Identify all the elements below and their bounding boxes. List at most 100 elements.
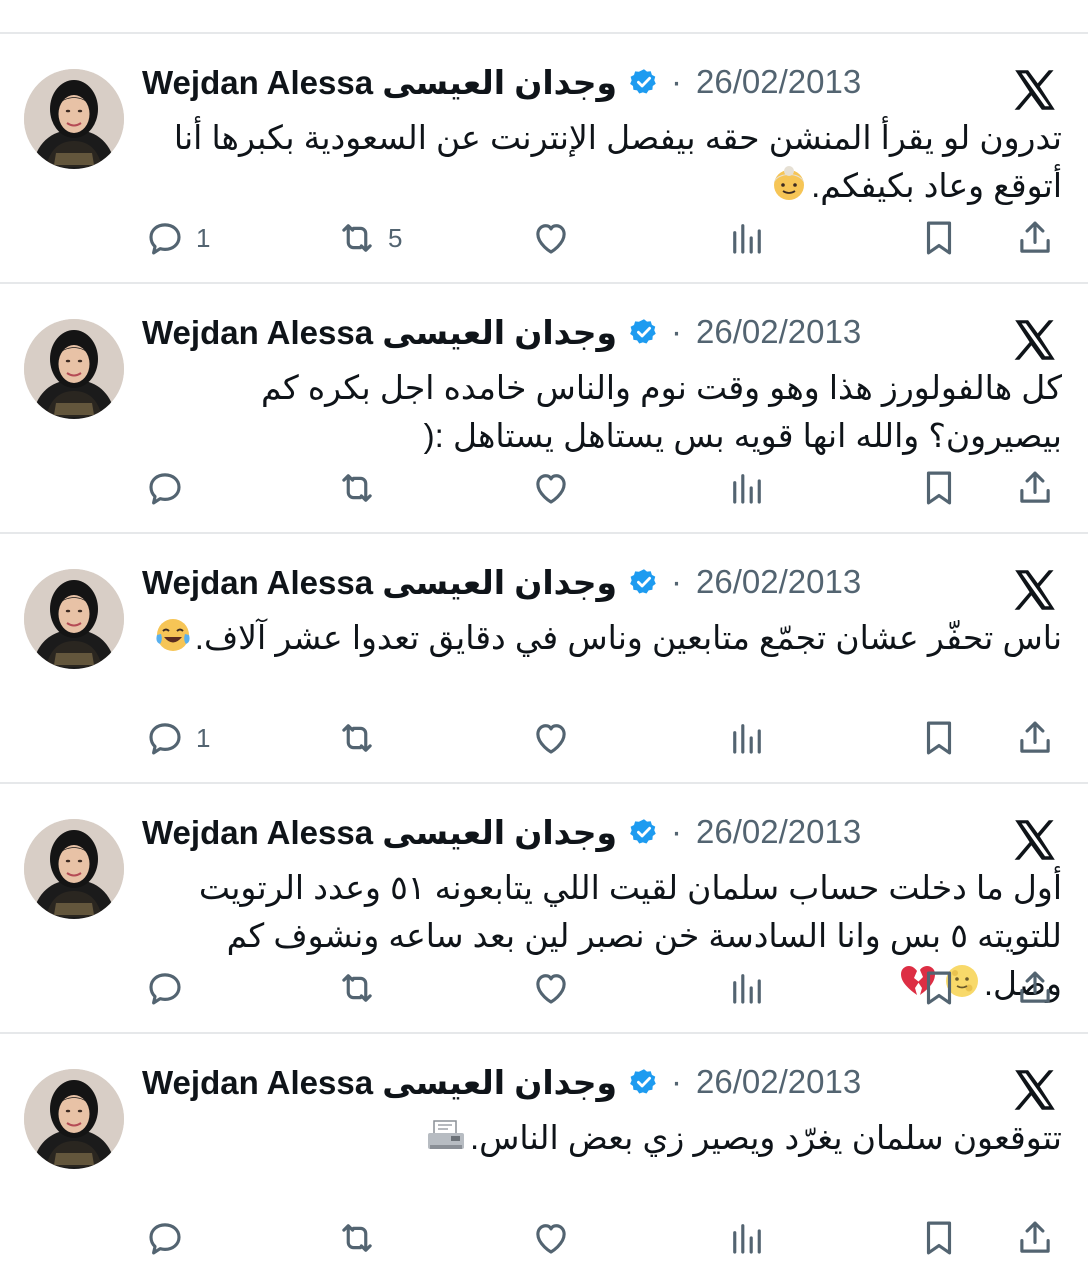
reply-icon bbox=[144, 717, 186, 759]
like-button[interactable] bbox=[530, 960, 572, 1016]
retweet-button[interactable] bbox=[336, 1210, 378, 1266]
reply-icon bbox=[144, 467, 186, 509]
tweet[interactable]: Wejdan Alessa وجدان العيسى · 26/02/2013 تدر… bbox=[0, 32, 1088, 282]
views-button[interactable] bbox=[726, 210, 768, 266]
views-icon bbox=[726, 717, 768, 759]
tweet-header: Wejdan Alessa وجدان العيسى · 26/02/2013 bbox=[142, 304, 861, 360]
share-icon bbox=[1014, 1217, 1056, 1259]
share-button[interactable] bbox=[1014, 460, 1056, 516]
reply-button[interactable] bbox=[144, 960, 186, 1016]
share-icon bbox=[1014, 217, 1056, 259]
separator-dot: · bbox=[671, 563, 683, 600]
separator-dot: · bbox=[671, 63, 683, 100]
heart-icon bbox=[530, 467, 572, 509]
tweet[interactable]: Wejdan Alessa وجدان العيسى · 26/02/2013 كل … bbox=[0, 282, 1088, 532]
tweet-text-content: كل هالفولورز هذا وهو وقت نوم والناس خامد… bbox=[260, 369, 1062, 454]
tweet-date[interactable]: 26/02/2013 bbox=[696, 563, 861, 601]
separator-dot: · bbox=[671, 313, 683, 350]
x-logo-icon bbox=[1010, 315, 1060, 365]
tweet-text: تدرون لو يقرأ المنشن حقه بيفصل الإنترنت … bbox=[142, 114, 1062, 216]
tweet-actions bbox=[0, 1210, 1088, 1266]
avatar[interactable] bbox=[24, 819, 124, 919]
like-button[interactable] bbox=[530, 710, 572, 766]
bookmark-icon bbox=[918, 467, 960, 509]
bookmark-button[interactable] bbox=[918, 1210, 960, 1266]
bookmark-icon bbox=[918, 717, 960, 759]
like-button[interactable] bbox=[530, 210, 572, 266]
retweet-button[interactable] bbox=[336, 710, 378, 766]
tweet-text-content: ناس تحفّر عشان تجمّع متابعين وناس في دقا… bbox=[194, 619, 1062, 656]
reply-button[interactable]: 1 bbox=[144, 210, 210, 266]
fax-machine-emoji-icon bbox=[424, 1115, 468, 1168]
avatar[interactable] bbox=[24, 1069, 124, 1169]
tweet-header: Wejdan Alessa وجدان العيسى · 26/02/2013 bbox=[142, 554, 861, 610]
views-button[interactable] bbox=[726, 460, 768, 516]
avatar[interactable] bbox=[24, 69, 124, 169]
views-icon bbox=[726, 967, 768, 1009]
separator-dot: · bbox=[671, 813, 683, 850]
retweet-button[interactable]: 5 bbox=[336, 210, 402, 266]
reply-count: 1 bbox=[196, 222, 211, 253]
like-button[interactable] bbox=[530, 1210, 572, 1266]
share-button[interactable] bbox=[1014, 1210, 1056, 1266]
share-icon bbox=[1014, 967, 1056, 1009]
bookmark-button[interactable] bbox=[918, 960, 960, 1016]
tweet[interactable]: Wejdan Alessa وجدان العيسى · 26/02/2013 أول… bbox=[0, 782, 1088, 1032]
reply-button[interactable]: 1 bbox=[144, 710, 210, 766]
tweet[interactable]: Wejdan Alessa وجدان العيسى · 26/02/2013 تتو… bbox=[0, 1032, 1088, 1282]
reply-count: 1 bbox=[196, 722, 211, 753]
tweet-header: Wejdan Alessa وجدان العيسى · 26/02/2013 bbox=[142, 54, 861, 110]
author-name[interactable]: Wejdan Alessa وجدان العيسى bbox=[142, 1063, 617, 1102]
retweet-icon bbox=[336, 217, 378, 259]
reply-button[interactable] bbox=[144, 1210, 186, 1266]
share-button[interactable] bbox=[1014, 210, 1056, 266]
retweet-button[interactable] bbox=[336, 960, 378, 1016]
author-name[interactable]: Wejdan Alessa وجدان العيسى bbox=[142, 63, 617, 102]
tweet-text-content: تتوقعون سلمان يغرّد ويصير زي بعض الناس. bbox=[469, 1119, 1062, 1156]
x-logo-icon bbox=[1010, 1065, 1060, 1115]
tweet-text: تتوقعون سلمان يغرّد ويصير زي بعض الناس. bbox=[142, 1114, 1062, 1168]
author-name[interactable]: Wejdan Alessa وجدان العيسى bbox=[142, 563, 617, 602]
verified-badge-icon bbox=[629, 817, 659, 847]
views-button[interactable] bbox=[726, 960, 768, 1016]
bookmark-button[interactable] bbox=[918, 460, 960, 516]
author-name[interactable]: Wejdan Alessa وجدان العيسى bbox=[142, 813, 617, 852]
tweet-date[interactable]: 26/02/2013 bbox=[696, 63, 861, 101]
retweet-icon bbox=[336, 1217, 378, 1259]
tweet-actions bbox=[0, 960, 1088, 1016]
views-icon bbox=[726, 467, 768, 509]
tweet-actions: 15 bbox=[0, 210, 1088, 266]
separator-dot: · bbox=[671, 1063, 683, 1100]
tweet-actions: 1 bbox=[0, 710, 1088, 766]
tweet-date[interactable]: 26/02/2013 bbox=[696, 313, 861, 351]
verified-badge-icon bbox=[629, 1067, 659, 1097]
reply-button[interactable] bbox=[144, 460, 186, 516]
share-button[interactable] bbox=[1014, 960, 1056, 1016]
tears-of-joy-emoji-icon bbox=[153, 615, 193, 668]
bookmark-button[interactable] bbox=[918, 710, 960, 766]
views-button[interactable] bbox=[726, 1210, 768, 1266]
bookmark-icon bbox=[918, 967, 960, 1009]
like-button[interactable] bbox=[530, 460, 572, 516]
author-name[interactable]: Wejdan Alessa وجدان العيسى bbox=[142, 313, 617, 352]
tweet[interactable]: Wejdan Alessa وجدان العيسى · 26/02/2013 ناس… bbox=[0, 532, 1088, 782]
reply-icon bbox=[144, 217, 186, 259]
verified-badge-icon bbox=[629, 67, 659, 97]
views-button[interactable] bbox=[726, 710, 768, 766]
heart-icon bbox=[530, 217, 572, 259]
retweet-button[interactable] bbox=[336, 460, 378, 516]
share-button[interactable] bbox=[1014, 710, 1056, 766]
avatar[interactable] bbox=[24, 569, 124, 669]
tweet-date[interactable]: 26/02/2013 bbox=[696, 1063, 861, 1101]
avatar[interactable] bbox=[24, 319, 124, 419]
views-icon bbox=[726, 217, 768, 259]
retweet-icon bbox=[336, 717, 378, 759]
heart-icon bbox=[530, 717, 572, 759]
tweet-text: كل هالفولورز هذا وهو وقت نوم والناس خامد… bbox=[142, 364, 1062, 460]
share-icon bbox=[1014, 717, 1056, 759]
bookmark-button[interactable] bbox=[918, 210, 960, 266]
tweet-date[interactable]: 26/02/2013 bbox=[696, 813, 861, 851]
share-icon bbox=[1014, 467, 1056, 509]
heart-icon bbox=[530, 967, 572, 1009]
bookmark-icon bbox=[918, 217, 960, 259]
